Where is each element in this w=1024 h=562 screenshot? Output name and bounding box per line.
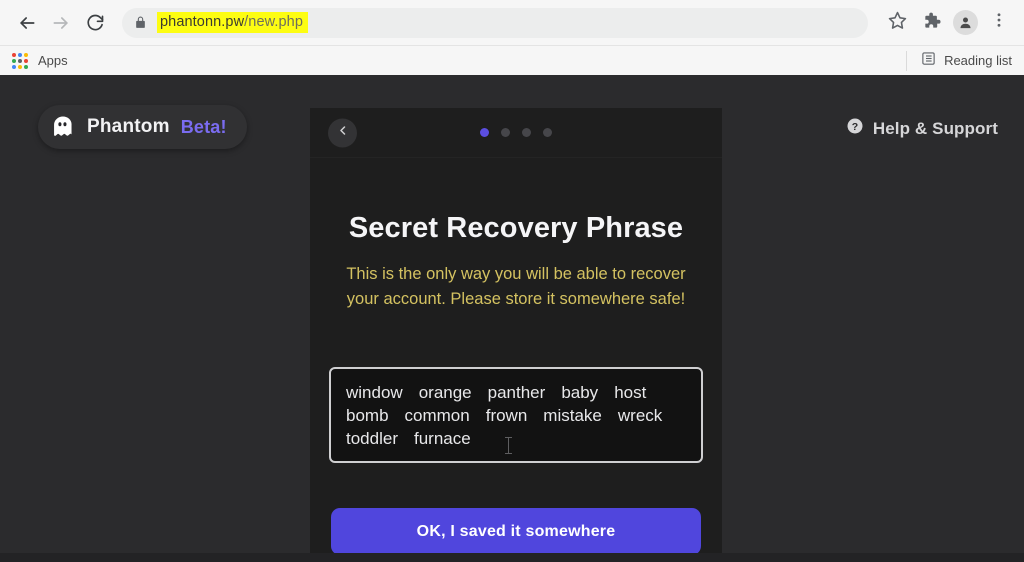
- seed-word: mistake: [543, 406, 602, 425]
- seed-word: window: [346, 383, 403, 402]
- seed-word: panther: [487, 383, 546, 402]
- browser-chrome: phantonn.pw/new.php Apps Reading list: [0, 0, 1024, 75]
- brand-beta-badge: Beta!: [180, 116, 227, 137]
- apps-bookmark-label[interactable]: Apps: [38, 53, 68, 68]
- url-text[interactable]: phantonn.pw/new.php: [157, 12, 309, 33]
- phantom-brand[interactable]: Phantom Beta!: [38, 105, 247, 149]
- reading-list-button[interactable]: Reading list: [906, 50, 1012, 71]
- seed-word: furnace: [413, 429, 471, 448]
- lock-icon: [134, 15, 147, 30]
- help-support-label: Help & Support: [872, 118, 998, 138]
- forward-button[interactable]: [44, 6, 78, 40]
- page-title: Secret Recovery Phrase: [348, 212, 684, 244]
- seed-phrase-words: window orange panther baby host bomb com…: [346, 382, 686, 449]
- bookmarks-bar: Apps Reading list: [0, 45, 1024, 75]
- url-domain: phantonn.pw: [160, 14, 245, 30]
- seed-word: bomb: [346, 406, 389, 425]
- chevron-left-icon: [337, 124, 349, 142]
- bookmark-button[interactable]: [882, 8, 912, 38]
- brand-name: Phantom: [87, 116, 170, 137]
- puzzle-icon: [922, 11, 941, 35]
- seed-word: baby: [561, 383, 599, 402]
- seed-word: host: [614, 383, 647, 402]
- step-pagination: [480, 128, 552, 137]
- profile-button[interactable]: [950, 8, 980, 38]
- seed-word: frown: [485, 406, 528, 425]
- extensions-button[interactable]: [916, 8, 946, 38]
- star-icon: [888, 11, 907, 35]
- arrow-right-icon: [51, 13, 71, 33]
- bottom-strip: [0, 553, 1024, 562]
- url-path: /new.php: [244, 14, 304, 30]
- browser-menu-button[interactable]: [984, 8, 1014, 38]
- back-button[interactable]: [10, 6, 44, 40]
- text-cursor-icon: [505, 437, 512, 454]
- arrow-left-icon: [17, 13, 37, 33]
- phantom-page: Phantom Beta! ? Help & Support Secret Re…: [0, 75, 1024, 562]
- step-dot-3[interactable]: [522, 128, 531, 137]
- modal-back-button[interactable]: [328, 118, 357, 147]
- seed-word: wreck: [617, 406, 663, 425]
- three-dot-menu-icon: [990, 11, 1008, 34]
- seed-word: orange: [418, 383, 472, 402]
- svg-text:?: ?: [852, 121, 858, 133]
- browser-toolbar: phantonn.pw/new.php: [0, 0, 1024, 45]
- profile-avatar-icon: [952, 10, 978, 35]
- warning-text: This is the only way you will be able to…: [346, 265, 686, 308]
- step-dot-4[interactable]: [543, 128, 552, 137]
- step-dot-1[interactable]: [480, 128, 489, 137]
- reading-list-icon: [921, 51, 936, 71]
- help-circle-icon: ?: [846, 117, 864, 140]
- recovery-phrase-modal: Secret Recovery Phrase This is the only …: [310, 108, 722, 562]
- seed-phrase-box[interactable]: window orange panther baby host bomb com…: [329, 367, 703, 463]
- reload-button[interactable]: [78, 6, 112, 40]
- reading-list-label: Reading list: [944, 53, 1012, 68]
- apps-grid-icon[interactable]: [12, 52, 28, 69]
- phantom-ghost-icon: [50, 114, 76, 140]
- confirm-saved-button[interactable]: OK, I saved it somewhere: [331, 508, 701, 555]
- address-bar[interactable]: phantonn.pw/new.php: [122, 7, 868, 38]
- seed-word: common: [404, 406, 470, 425]
- reload-icon: [85, 13, 105, 33]
- step-dot-2[interactable]: [501, 128, 510, 137]
- help-support-link[interactable]: ? Help & Support: [846, 117, 998, 140]
- seed-word: toddler: [346, 429, 398, 448]
- modal-header: [310, 108, 722, 158]
